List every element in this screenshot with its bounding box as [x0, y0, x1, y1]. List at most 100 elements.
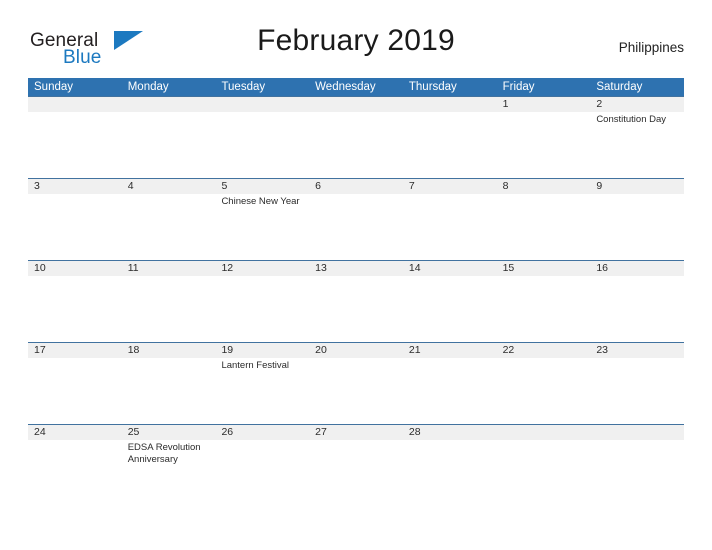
- day-number: 22: [502, 344, 515, 356]
- day-cell[interactable]: 9: [590, 179, 684, 260]
- day-event: [34, 276, 122, 278]
- day-event: [221, 97, 309, 99]
- day-cell[interactable]: 20: [309, 343, 403, 424]
- day-number: 18: [127, 344, 140, 356]
- day-cell[interactable]: 15: [497, 261, 591, 342]
- day-cell[interactable]: 28: [403, 425, 497, 506]
- day-event: [34, 440, 122, 442]
- day-event: [409, 440, 497, 442]
- day-event: [315, 358, 403, 360]
- day-event: [315, 276, 403, 278]
- day-event: [315, 194, 403, 196]
- day-cell[interactable]: [309, 97, 403, 178]
- day-event: [503, 276, 591, 278]
- day-cell[interactable]: 3: [28, 179, 122, 260]
- day-number: 17: [34, 344, 46, 356]
- day-number: 23: [596, 344, 608, 356]
- day-cell[interactable]: 5 Chinese New Year: [215, 179, 309, 260]
- week-row: 24 25 EDSA Revolution Anniversary 26 27 …: [28, 424, 684, 506]
- day-event: [596, 194, 684, 196]
- day-number: 7: [408, 180, 415, 192]
- day-event: [409, 358, 497, 360]
- day-cell[interactable]: 4: [122, 179, 216, 260]
- day-number: 19: [221, 344, 234, 356]
- day-event: [409, 97, 497, 99]
- weekday-friday: Friday: [502, 81, 535, 93]
- week-row: 10 11 12 13 14 15 16: [28, 260, 684, 342]
- week-row: 3 4 5 Chinese New Year 6 7 8 9: [28, 178, 684, 260]
- day-event: [503, 112, 591, 114]
- day-cell[interactable]: 17: [28, 343, 122, 424]
- day-number: 12: [221, 262, 234, 274]
- day-number: 28: [408, 426, 421, 438]
- day-event: [34, 97, 122, 99]
- calendar-page: General Blue February 2019 Philippines S…: [0, 0, 712, 550]
- calendar-grid: Sunday Monday Tuesday Wednesday Thursday…: [28, 78, 684, 506]
- day-cell[interactable]: 13: [309, 261, 403, 342]
- day-cell[interactable]: [590, 425, 684, 506]
- day-event: [128, 97, 216, 99]
- day-number: 20: [315, 344, 327, 356]
- day-event: EDSA Revolution Anniversary: [127, 442, 201, 465]
- day-number: 10: [34, 262, 46, 274]
- day-event: [409, 194, 497, 196]
- page-title: February 2019: [257, 24, 455, 57]
- weekday-header-row: Sunday Monday Tuesday Wednesday Thursday…: [28, 78, 684, 96]
- day-cell[interactable]: 27: [309, 425, 403, 506]
- day-cell[interactable]: [215, 97, 309, 178]
- day-event: Chinese New Year: [221, 196, 300, 207]
- day-number: 14: [408, 262, 421, 274]
- day-cell[interactable]: 14: [403, 261, 497, 342]
- day-event: [128, 358, 216, 360]
- day-event: [503, 358, 591, 360]
- country-label: Philippines: [618, 40, 684, 55]
- day-cell[interactable]: 25 EDSA Revolution Anniversary: [122, 425, 216, 506]
- day-cell[interactable]: 8: [497, 179, 591, 260]
- day-cell[interactable]: 7: [403, 179, 497, 260]
- day-number: 21: [408, 344, 421, 356]
- day-cell[interactable]: 11: [122, 261, 216, 342]
- day-number: 4: [127, 180, 134, 192]
- day-cell[interactable]: 2 Constitution Day: [590, 97, 684, 178]
- weekday-monday: Monday: [127, 81, 169, 93]
- day-cell[interactable]: [497, 425, 591, 506]
- day-number: 9: [596, 180, 603, 192]
- day-cell[interactable]: [403, 97, 497, 178]
- day-cell[interactable]: 26: [215, 425, 309, 506]
- weekday-wednesday: Wednesday: [315, 81, 376, 93]
- day-number: 6: [315, 180, 321, 192]
- day-number: 8: [502, 180, 509, 192]
- day-number: 11: [127, 262, 139, 274]
- day-cell[interactable]: 18: [122, 343, 216, 424]
- day-event: [128, 194, 216, 196]
- day-event: [503, 194, 591, 196]
- day-event: [596, 425, 684, 427]
- day-number: 24: [34, 426, 46, 438]
- day-event: [409, 276, 497, 278]
- weekday-thursday: Thursday: [408, 81, 457, 93]
- day-cell[interactable]: 12: [215, 261, 309, 342]
- day-cell[interactable]: 6: [309, 179, 403, 260]
- day-event: [128, 276, 216, 278]
- day-cell[interactable]: 22: [497, 343, 591, 424]
- day-event: Constitution Day: [596, 114, 667, 125]
- day-cell[interactable]: 10: [28, 261, 122, 342]
- day-cell[interactable]: 24: [28, 425, 122, 506]
- day-number: 13: [315, 262, 327, 274]
- day-cell[interactable]: [28, 97, 122, 178]
- day-cell[interactable]: 16: [590, 261, 684, 342]
- day-event: [596, 276, 684, 278]
- day-cell[interactable]: [122, 97, 216, 178]
- day-event: [34, 194, 122, 196]
- weekday-saturday: Saturday: [596, 81, 643, 93]
- weekday-sunday: Sunday: [34, 81, 74, 93]
- day-cell[interactable]: 21: [403, 343, 497, 424]
- day-cell[interactable]: 23: [590, 343, 684, 424]
- day-cell[interactable]: 1: [497, 97, 591, 178]
- day-event: [315, 97, 403, 99]
- day-number: 3: [34, 180, 40, 192]
- day-number: 5: [221, 180, 228, 192]
- day-number: 27: [315, 426, 327, 438]
- day-cell[interactable]: 19 Lantern Festival: [215, 343, 309, 424]
- day-event: [503, 425, 591, 427]
